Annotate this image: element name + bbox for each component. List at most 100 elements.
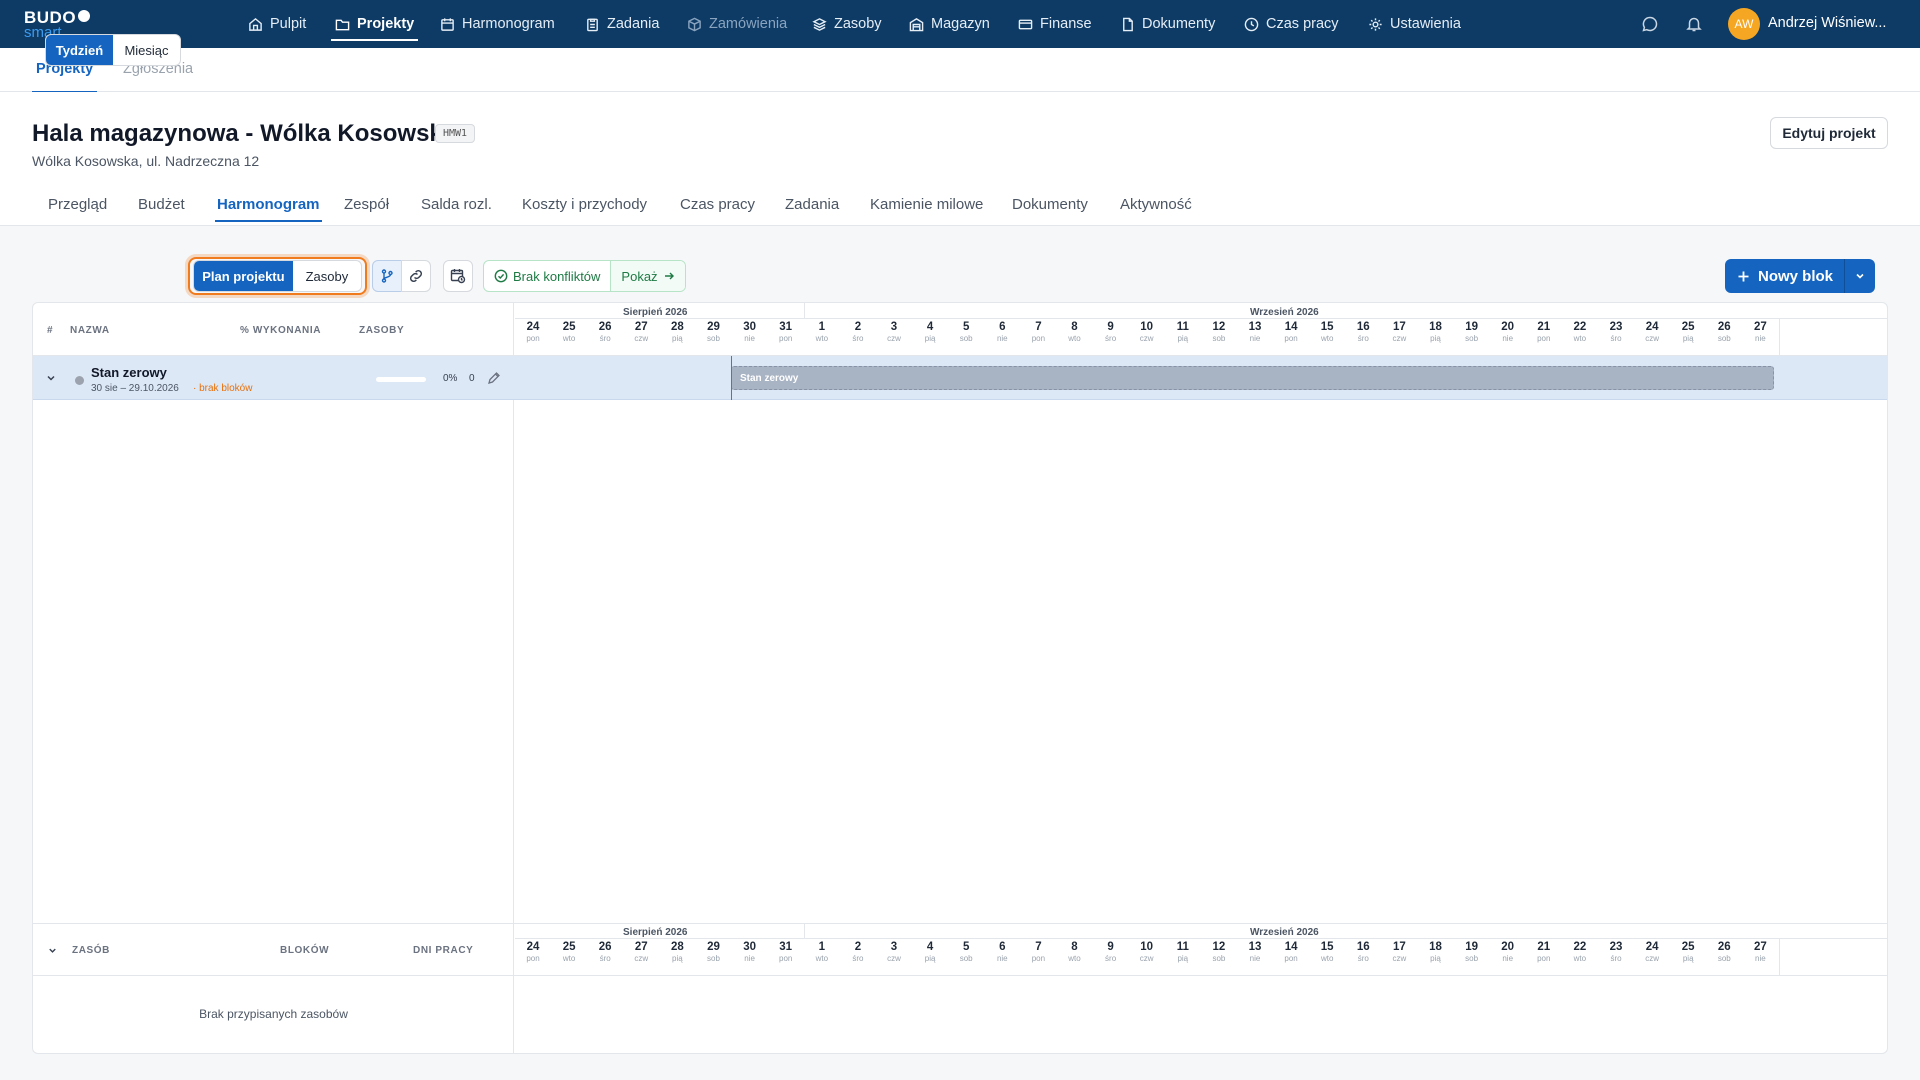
- day-weekday: czw: [1645, 954, 1659, 963]
- pencil-icon[interactable]: [487, 371, 501, 385]
- calendar-icon: [440, 17, 455, 32]
- col-blocks: BLOKÓW: [280, 945, 330, 956]
- nav-dokumenty[interactable]: Dokumenty: [1120, 0, 1215, 48]
- project-plan-option[interactable]: Plan projektu: [194, 261, 293, 291]
- bell-icon[interactable]: [1685, 15, 1703, 33]
- day-weekday: czw: [634, 954, 649, 963]
- day-column-header: 17 czw: [1381, 320, 1417, 344]
- nav-zamowienia[interactable]: Zamówienia: [687, 0, 787, 48]
- day-weekday: nie: [996, 954, 1008, 963]
- day-weekday: pią: [672, 954, 683, 963]
- nav-harmonogram[interactable]: Harmonogram: [440, 0, 555, 48]
- nav-pulpit[interactable]: Pulpit: [248, 0, 306, 48]
- nav-projekty[interactable]: Projekty: [330, 0, 419, 48]
- day-weekday: wto: [815, 334, 829, 343]
- day-number: 19: [1465, 321, 1478, 333]
- show-conflicts-button[interactable]: Pokaż: [611, 261, 685, 291]
- tab-zadania[interactable]: Zadania: [785, 196, 839, 213]
- day-number: 22: [1573, 941, 1587, 953]
- nav-finanse[interactable]: Finanse: [1018, 0, 1092, 48]
- chevron-down-icon: [1854, 270, 1866, 282]
- tab-harmonogram[interactable]: Harmonogram: [215, 196, 322, 222]
- day-weekday: sob: [959, 334, 973, 343]
- day-number: 29: [707, 941, 720, 953]
- day-weekday: śro: [1610, 334, 1622, 343]
- day-weekday: nie: [744, 954, 755, 963]
- day-column-header: 26 sob: [1706, 940, 1742, 964]
- chevron-down-icon[interactable]: [47, 945, 58, 956]
- week-option[interactable]: Tydzień: [46, 35, 113, 65]
- day-column-header: 29 sob: [696, 940, 732, 964]
- day-weekday: wto: [1320, 954, 1334, 963]
- warehouse-icon: [909, 17, 924, 32]
- day-weekday: wto: [1068, 954, 1081, 963]
- day-weekday: wto: [1573, 334, 1587, 343]
- edit-project-button[interactable]: Edytuj projekt: [1770, 117, 1888, 149]
- schedule-settings-button[interactable]: [443, 260, 473, 292]
- new-block-dropdown[interactable]: [1845, 259, 1875, 293]
- task-warning: · brak bloków: [193, 383, 253, 394]
- tab-kamienie[interactable]: Kamienie milowe: [870, 196, 983, 213]
- nav-magazyn[interactable]: Magazyn: [909, 0, 990, 48]
- day-weekday: pon: [779, 954, 793, 963]
- task-name[interactable]: Stan zerowy: [91, 365, 167, 380]
- folder-icon: [335, 17, 350, 32]
- day-number: 16: [1356, 941, 1370, 953]
- nav-label: Zadania: [607, 16, 660, 32]
- gantt-bar[interactable]: Stan zerowy: [731, 366, 1774, 390]
- day-column-header: 5 sob: [948, 940, 984, 964]
- nav-label: Projekty: [357, 16, 415, 32]
- user-name[interactable]: Andrzej Wiśniew...: [1768, 15, 1886, 31]
- day-column-header: 24 pon: [515, 940, 551, 964]
- month-label: Wrzesień 2026: [1250, 927, 1319, 938]
- link-button[interactable]: [401, 260, 431, 292]
- month-option[interactable]: Miesiąc: [113, 35, 180, 65]
- day-weekday: wto: [562, 334, 576, 343]
- new-block-button[interactable]: Nowy blok: [1725, 259, 1875, 293]
- tab-salda[interactable]: Salda rozl.: [421, 196, 492, 213]
- day-number: 29: [707, 321, 720, 333]
- chat-icon[interactable]: [1641, 15, 1659, 33]
- month-label: Sierpień 2026: [623, 927, 688, 938]
- view-toggle: Plan projektu Zasoby: [193, 260, 362, 292]
- tab-czas-pracy[interactable]: Czas pracy: [680, 196, 755, 213]
- day-number: 7: [1035, 941, 1042, 953]
- day-weekday: pią: [1430, 954, 1441, 963]
- tab-dokumenty[interactable]: Dokumenty: [1012, 196, 1088, 213]
- day-weekday: nie: [1755, 954, 1766, 963]
- layers-icon: [812, 17, 827, 32]
- tab-aktywnosc[interactable]: Aktywność: [1120, 196, 1192, 213]
- nav-zadania[interactable]: Zadania: [585, 0, 659, 48]
- tab-przeglad[interactable]: Przegląd: [48, 196, 107, 213]
- day-number: 24: [1645, 941, 1659, 953]
- resources-option[interactable]: Zasoby: [293, 261, 361, 291]
- tab-koszty[interactable]: Koszty i przychody: [522, 196, 647, 213]
- clipboard-icon: [585, 17, 600, 32]
- day-number: 5: [962, 321, 970, 333]
- nav-zasoby[interactable]: Zasoby: [812, 0, 882, 48]
- day-number: 18: [1429, 941, 1442, 953]
- day-column-header: 18 pią: [1418, 320, 1454, 344]
- day-column-header: 13 nie: [1237, 320, 1273, 344]
- day-weekday: nie: [1755, 334, 1766, 343]
- avatar[interactable]: AW: [1728, 8, 1760, 40]
- link-icon: [408, 268, 424, 284]
- day-number: 24: [526, 321, 540, 333]
- day-column-header: 21 pon: [1526, 320, 1562, 344]
- new-block-main[interactable]: Nowy blok: [1725, 259, 1845, 293]
- nav-label: Dokumenty: [1142, 16, 1216, 32]
- day-number: 25: [1681, 941, 1695, 953]
- day-column-header: 2 śro: [840, 320, 876, 344]
- day-weekday: śro: [1357, 334, 1369, 343]
- day-weekday: sob: [1212, 954, 1226, 963]
- day-number: 24: [526, 941, 540, 953]
- chevron-down-icon[interactable]: [45, 372, 57, 384]
- tab-zespol[interactable]: Zespół: [344, 196, 389, 213]
- nav-czas-pracy[interactable]: Czas pracy: [1244, 0, 1339, 48]
- task-resources: 0: [469, 373, 475, 384]
- resources-divider: [33, 923, 1887, 924]
- tab-budzet[interactable]: Budżet: [138, 196, 185, 213]
- nav-ustawienia[interactable]: Ustawienia: [1368, 0, 1461, 48]
- dependencies-toggle[interactable]: [372, 260, 402, 292]
- day-weekday: wto: [815, 954, 829, 963]
